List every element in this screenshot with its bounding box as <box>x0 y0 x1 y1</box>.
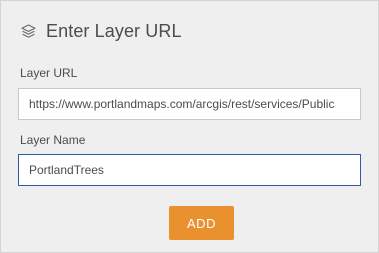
layer-url-input[interactable] <box>18 88 361 120</box>
panel-header: Enter Layer URL <box>20 19 182 43</box>
panel-title: Enter Layer URL <box>46 20 182 41</box>
layer-url-label: Layer URL <box>20 66 78 80</box>
enter-layer-url-panel: Enter Layer URL Layer URL Layer Name ADD <box>0 0 379 253</box>
add-button[interactable]: ADD <box>169 206 234 240</box>
layer-name-label: Layer Name <box>20 133 86 147</box>
layer-name-input[interactable] <box>18 154 361 186</box>
layers-icon <box>20 23 37 40</box>
